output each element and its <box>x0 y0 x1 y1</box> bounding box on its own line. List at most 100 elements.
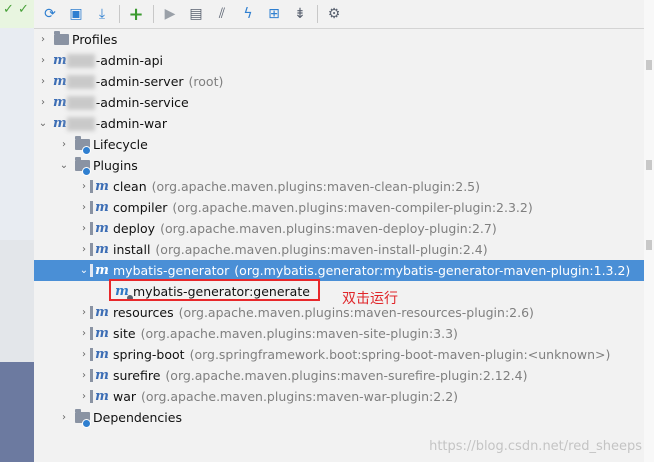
node-label: Plugins <box>93 158 138 173</box>
tree-node-module[interactable]: › m -admin-api <box>34 50 644 71</box>
plugin-name: deploy <box>113 221 156 236</box>
watermark: https://blog.csdn.net/red_sheeps <box>429 439 642 454</box>
execute-goal-icon[interactable]: ▤ <box>185 3 207 25</box>
tree-node-lifecycle[interactable]: › Lifecycle <box>34 134 644 155</box>
tree-node-module[interactable]: ⌄ m -admin-war <box>34 113 644 134</box>
skip-tests-icon[interactable]: ϟ <box>237 3 259 25</box>
plugin-icon: m <box>90 347 110 363</box>
plugin-icon: m <box>90 179 110 195</box>
plugin-name: war <box>113 389 137 404</box>
plugin-row[interactable]: › m resources (org.apache.maven.plugins:… <box>34 302 644 323</box>
plugin-coordinates: (org.apache.maven.plugins:maven-war-plug… <box>141 389 459 404</box>
plugin-row[interactable]: › m spring-boot (org.springframework.boo… <box>34 344 644 365</box>
expand-arrow-icon[interactable]: › <box>58 412 70 423</box>
plugin-icon: m <box>90 389 110 405</box>
plugin-row[interactable]: › m war (org.apache.maven.plugins:maven-… <box>34 386 644 407</box>
maven-module-icon: m <box>53 74 67 89</box>
tree-node-profiles[interactable]: › Profiles <box>34 29 644 50</box>
plugin-coordinates: (org.apache.maven.plugins:maven-surefire… <box>165 368 528 383</box>
plugin-name: mybatis-generator <box>113 263 230 278</box>
download-icon[interactable]: ⤓ <box>91 3 113 25</box>
expand-arrow-icon[interactable]: › <box>37 55 49 66</box>
toolbar-separator <box>153 5 154 23</box>
node-label: -admin-server <box>95 74 184 89</box>
expand-arrow-icon[interactable]: › <box>78 202 90 213</box>
node-label: -admin-war <box>95 116 167 131</box>
tree-node-plugins[interactable]: ⌄ Plugins <box>34 155 644 176</box>
add-icon[interactable]: + <box>125 3 147 25</box>
tree-node-module[interactable]: › m -admin-server (root) <box>34 71 644 92</box>
show-dependencies-icon[interactable]: ⊞ <box>263 3 285 25</box>
maven-module-icon: m <box>53 95 67 110</box>
plugin-row[interactable]: › m site (org.apache.maven.plugins:maven… <box>34 323 644 344</box>
plugin-coordinates: (org.springframework.boot:spring-boot-ma… <box>189 347 611 362</box>
expand-arrow-icon[interactable]: › <box>78 223 90 234</box>
expand-arrow-icon[interactable]: › <box>78 349 90 360</box>
plugin-icon: m <box>90 305 110 321</box>
plugin-icon: m <box>90 200 110 216</box>
folder-icon <box>53 31 69 48</box>
expand-arrow-icon[interactable]: › <box>78 391 90 402</box>
tree-node-module[interactable]: › m -admin-service <box>34 92 644 113</box>
plugin-coordinates: (org.apache.maven.plugins:maven-site-plu… <box>140 326 458 341</box>
node-detail: (root) <box>188 74 224 89</box>
expand-arrow-icon[interactable]: › <box>78 307 90 318</box>
plugin-row[interactable]: › m install (org.apache.maven.plugins:ma… <box>34 239 644 260</box>
expand-arrow-icon[interactable]: › <box>78 328 90 339</box>
plugin-coordinates: (org.mybatis.generator:mybatis-generator… <box>234 263 631 278</box>
node-label: Profiles <box>72 32 118 47</box>
scroll-marker <box>646 160 652 170</box>
expand-arrow-icon[interactable]: › <box>78 244 90 255</box>
maven-projects-tree: › Profiles › m -admin-api › m -admin-ser… <box>34 29 644 462</box>
run-icon[interactable]: ▶ <box>159 3 181 25</box>
toolbar-separator <box>317 5 318 23</box>
expand-arrow-icon[interactable]: › <box>37 97 49 108</box>
plugin-name: surefire <box>113 368 161 383</box>
node-label: Dependencies <box>93 410 182 425</box>
node-label: -admin-api <box>95 53 164 68</box>
toggle-offline-icon[interactable]: ⫽ <box>211 3 233 25</box>
plugin-row[interactable]: › m compiler (org.apache.maven.plugins:m… <box>34 197 644 218</box>
plugin-icon: m <box>90 242 110 258</box>
collapse-all-icon[interactable]: ⇟ <box>289 3 311 25</box>
plugin-icon: m <box>90 263 110 279</box>
editor-gutter: ✓ ✓ <box>0 0 35 462</box>
expand-arrow-icon[interactable]: › <box>78 370 90 381</box>
collapse-arrow-icon[interactable]: ⌄ <box>37 118 49 129</box>
scrollbar[interactable] <box>643 0 654 462</box>
maven-module-icon: m <box>53 116 67 131</box>
collapse-arrow-icon[interactable]: ⌄ <box>58 160 70 171</box>
plugin-icon: m <box>90 221 110 237</box>
plugin-coordinates: (org.apache.maven.plugins:maven-install-… <box>155 242 488 257</box>
reimport-icon[interactable]: ⟳ <box>39 3 61 25</box>
maven-toolbar: ⟳ ▣ ⤓ + ▶ ▤ ⫽ ϟ ⊞ ⇟ ⚙ <box>34 0 644 29</box>
redacted-text <box>66 95 95 110</box>
plugin-row-selected[interactable]: ⌄ m mybatis-generator (org.mybatis.gener… <box>34 260 644 281</box>
plugin-icon: m <box>90 368 110 384</box>
expand-arrow-icon[interactable]: › <box>78 181 90 192</box>
settings-icon[interactable]: ⚙ <box>323 3 345 25</box>
plugin-name: site <box>113 326 136 341</box>
collapse-arrow-icon[interactable]: ⌄ <box>78 265 90 276</box>
tree-node-dependencies[interactable]: › Dependencies <box>34 407 644 428</box>
expand-arrow-icon[interactable]: › <box>37 34 49 45</box>
plugin-name: resources <box>113 305 174 320</box>
plugin-row[interactable]: › m deploy (org.apache.maven.plugins:mav… <box>34 218 644 239</box>
plugin-coordinates: (org.apache.maven.plugins:maven-clean-pl… <box>151 179 481 194</box>
gutter-panel <box>0 240 34 362</box>
scroll-marker <box>646 240 652 250</box>
lifecycle-folder-icon <box>74 136 91 155</box>
expand-arrow-icon[interactable]: › <box>37 76 49 87</box>
maven-module-icon: m <box>53 53 67 68</box>
plugin-row[interactable]: › m clean (org.apache.maven.plugins:mave… <box>34 176 644 197</box>
plugin-name: clean <box>113 179 147 194</box>
expand-arrow-icon[interactable]: › <box>58 139 70 150</box>
generate-sources-icon[interactable]: ▣ <box>65 3 87 25</box>
check-icon: ✓ <box>18 2 29 17</box>
plugin-row[interactable]: › m surefire (org.apache.maven.plugins:m… <box>34 365 644 386</box>
highlight-box <box>109 279 320 301</box>
plugin-name: compiler <box>113 200 168 215</box>
gutter-panel-dark <box>0 362 34 462</box>
toolbar-separator <box>119 5 120 23</box>
plugin-name: spring-boot <box>113 347 185 362</box>
